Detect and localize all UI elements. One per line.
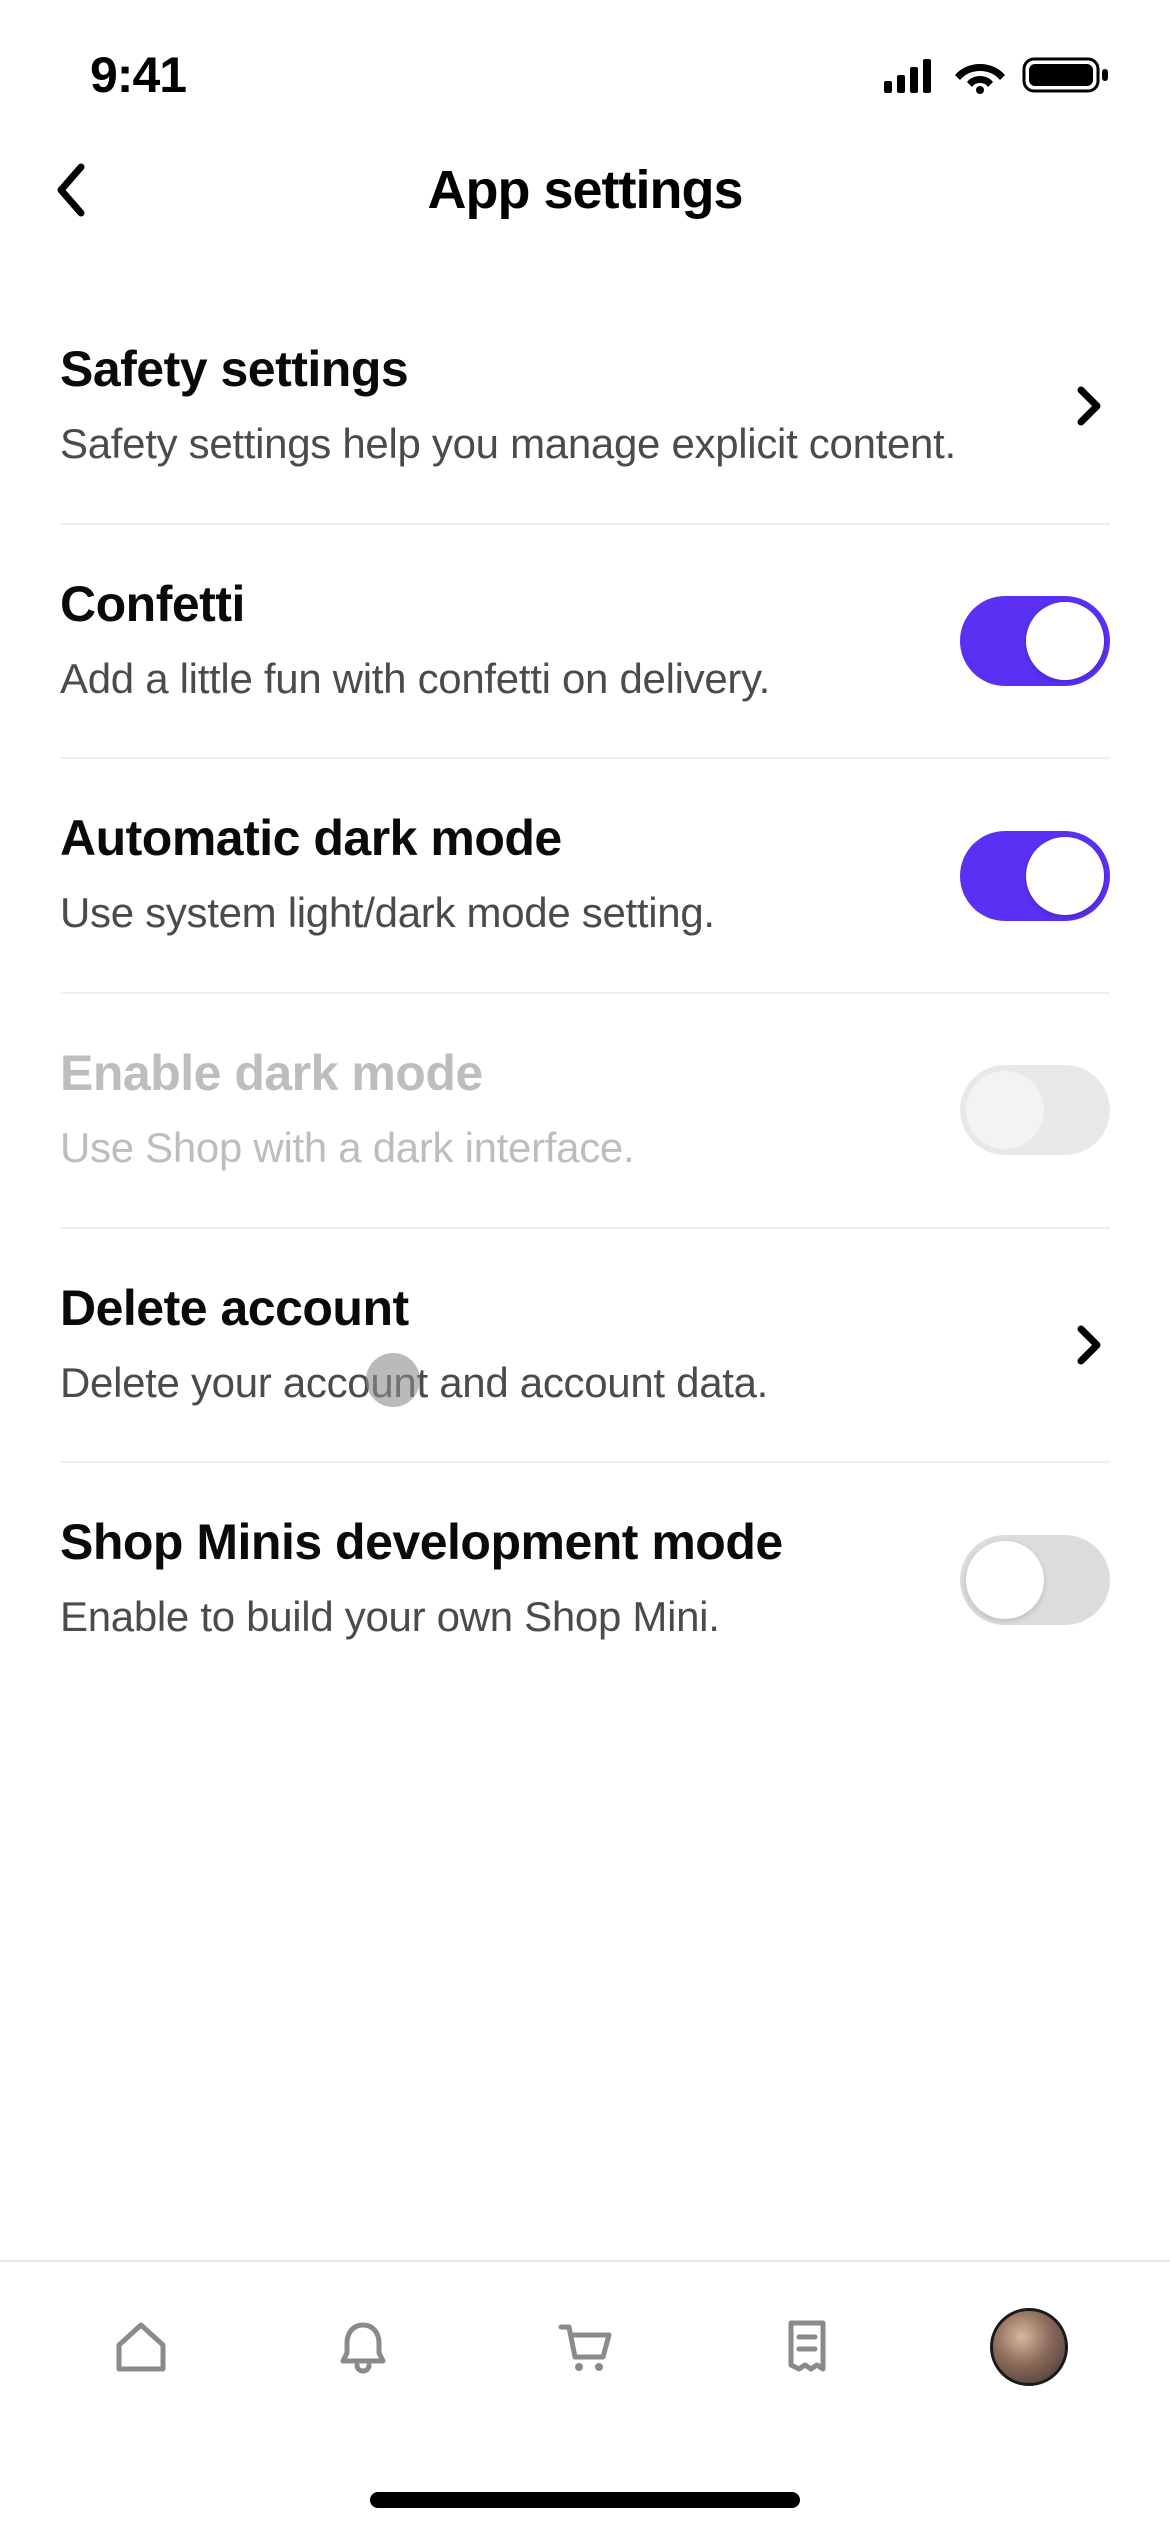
row-text: Safety settings Safety settings help you… — [60, 340, 1070, 473]
chevron-right-icon — [1070, 1325, 1110, 1365]
row-subtitle: Add a little fun with confetti on delive… — [60, 651, 920, 708]
page-title: App settings — [427, 159, 742, 221]
tab-profile[interactable] — [984, 2302, 1074, 2392]
row-text: Delete account Delete your account and a… — [60, 1279, 1070, 1412]
row-title: Enable dark mode — [60, 1044, 920, 1102]
setting-row-enable-dark: Enable dark mode Use Shop with a dark in… — [60, 994, 1110, 1229]
status-bar: 9:41 — [0, 0, 1170, 130]
cart-icon — [553, 2315, 617, 2379]
cellular-icon — [884, 57, 938, 93]
setting-row-auto-dark: Automatic dark mode Use system light/dar… — [60, 759, 1110, 994]
tab-cart[interactable] — [540, 2302, 630, 2392]
row-text: Confetti Add a little fun with confetti … — [60, 575, 960, 708]
auto-dark-toggle[interactable] — [960, 831, 1110, 921]
row-title: Safety settings — [60, 340, 1030, 398]
setting-row-safety[interactable]: Safety settings Safety settings help you… — [60, 290, 1110, 525]
setting-row-minis-dev: Shop Minis development mode Enable to bu… — [60, 1463, 1110, 1696]
back-button[interactable] — [40, 160, 100, 220]
status-indicators — [884, 55, 1110, 95]
wifi-icon — [954, 56, 1006, 94]
row-text: Enable dark mode Use Shop with a dark in… — [60, 1044, 960, 1177]
nav-header: App settings — [0, 130, 1170, 250]
row-text: Automatic dark mode Use system light/dar… — [60, 809, 960, 942]
confetti-toggle[interactable] — [960, 596, 1110, 686]
setting-row-confetti: Confetti Add a little fun with confetti … — [60, 525, 1110, 760]
row-subtitle: Use system light/dark mode setting. — [60, 885, 920, 942]
minis-dev-toggle[interactable] — [960, 1535, 1110, 1625]
row-title: Delete account — [60, 1279, 1030, 1337]
status-time: 9:41 — [90, 46, 186, 104]
tab-orders[interactable] — [762, 2302, 852, 2392]
chevron-right-icon — [1070, 386, 1110, 426]
row-subtitle: Delete your account and account data. — [60, 1355, 1030, 1412]
avatar — [990, 2308, 1068, 2386]
row-subtitle: Safety settings help you manage explicit… — [60, 416, 1030, 473]
row-subtitle: Enable to build your own Shop Mini. — [60, 1589, 920, 1646]
row-title: Confetti — [60, 575, 920, 633]
setting-row-delete-account[interactable]: Delete account Delete your account and a… — [60, 1229, 1110, 1464]
home-indicator — [370, 2492, 800, 2508]
chevron-left-icon — [53, 163, 87, 217]
settings-list: Safety settings Safety settings help you… — [0, 290, 1170, 1696]
tab-home[interactable] — [96, 2302, 186, 2392]
row-text: Shop Minis development mode Enable to bu… — [60, 1513, 960, 1646]
battery-icon — [1022, 55, 1110, 95]
row-subtitle: Use Shop with a dark interface. — [60, 1120, 920, 1177]
home-icon — [109, 2315, 173, 2379]
receipt-icon — [775, 2315, 839, 2379]
bell-icon — [331, 2315, 395, 2379]
enable-dark-toggle — [960, 1065, 1110, 1155]
tab-notifications[interactable] — [318, 2302, 408, 2392]
row-title: Automatic dark mode — [60, 809, 920, 867]
row-title: Shop Minis development mode — [60, 1513, 920, 1571]
touch-indicator — [366, 1353, 420, 1407]
